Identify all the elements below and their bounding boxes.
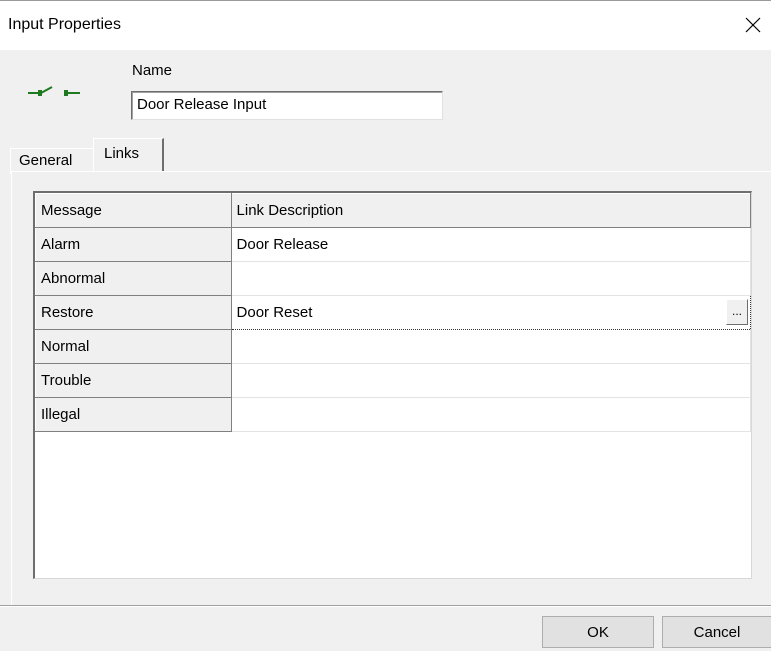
column-header-message[interactable]: Message: [35, 193, 232, 228]
link-description-cell[interactable]: [231, 363, 752, 398]
tab-links[interactable]: Links: [93, 138, 164, 172]
link-description-cell-selected[interactable]: Door Reset ...: [230, 295, 752, 330]
title-bar-top-border: [0, 0, 771, 1]
link-description-text: Door Reset: [236, 304, 313, 321]
name-field[interactable]: Door Release Input: [131, 91, 443, 120]
row-header-message[interactable]: Normal: [35, 329, 232, 364]
link-description-cell[interactable]: Door Release: [231, 227, 752, 262]
table-row[interactable]: Illegal: [35, 397, 752, 432]
cancel-button[interactable]: Cancel: [662, 616, 771, 648]
row-header-message[interactable]: Illegal: [35, 397, 232, 432]
row-header-message[interactable]: Abnormal: [35, 261, 232, 296]
dialog-title: Input Properties: [8, 16, 121, 33]
table-row[interactable]: Trouble: [35, 363, 752, 398]
title-bar: Input Properties: [0, 0, 771, 50]
link-description-cell[interactable]: [231, 329, 752, 364]
link-description-cell[interactable]: [231, 397, 752, 432]
links-grid[interactable]: Message Link Description Alarm Door Rele…: [33, 191, 752, 579]
row-header-message[interactable]: Restore: [35, 295, 232, 330]
close-icon: [745, 17, 761, 33]
table-row[interactable]: Normal: [35, 329, 752, 364]
close-button[interactable]: [741, 13, 765, 37]
column-header-link-description[interactable]: Link Description: [230, 193, 752, 228]
row-header-message[interactable]: Trouble: [35, 363, 232, 398]
links-table: Message Link Description Alarm Door Rele…: [35, 193, 752, 432]
browse-link-button[interactable]: ...: [726, 299, 748, 325]
tab-links-label: Links: [104, 145, 140, 162]
table-header-row: Message Link Description: [35, 193, 752, 228]
row-header-message[interactable]: Alarm: [35, 227, 232, 262]
tab-general-label: General: [19, 152, 73, 169]
table-row[interactable]: Abnormal: [35, 261, 752, 296]
name-label: Name: [132, 62, 173, 79]
switch-icon: [28, 86, 80, 96]
table-row[interactable]: Alarm Door Release: [35, 227, 752, 262]
ok-button[interactable]: OK: [542, 616, 654, 648]
link-description-cell[interactable]: [231, 261, 752, 296]
table-row[interactable]: Restore Door Reset ...: [35, 295, 752, 330]
footer-separator: [0, 605, 771, 607]
